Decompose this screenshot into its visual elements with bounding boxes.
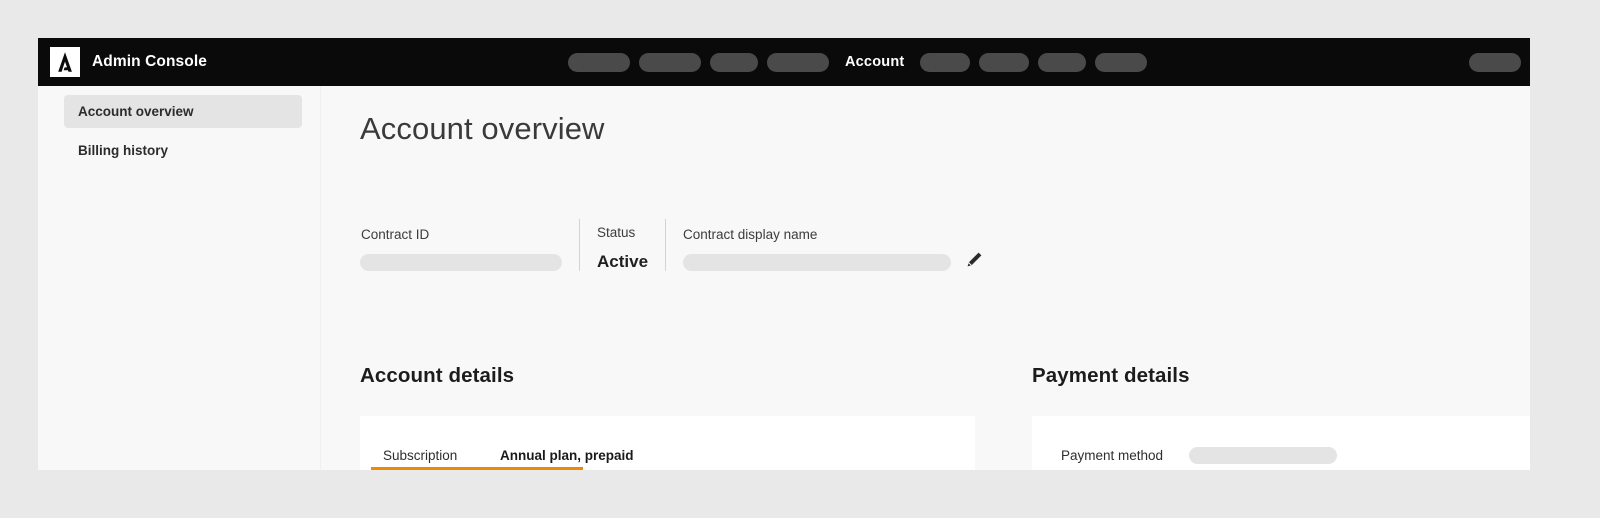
main-content: Account overview Contract ID Status Acti… (321, 86, 1530, 470)
nav-item-redacted-8[interactable] (1095, 52, 1148, 72)
page-title: Account overview (360, 111, 605, 146)
payment-details-column: Payment details Payment method Upcoming … (984, 364, 1530, 470)
contract-display-name-value-redacted (683, 254, 952, 271)
status-field: Status Active (597, 225, 648, 271)
payment-details-heading: Payment details (1032, 364, 1190, 387)
nav-item-redacted-3[interactable] (710, 52, 758, 72)
contract-display-name-field: Contract display name (683, 227, 953, 271)
contract-id-label: Contract ID (361, 227, 430, 242)
status-badge: Active (597, 252, 649, 271)
subscription-value: Annual plan, prepaid (500, 448, 634, 463)
account-details-heading: Account details (360, 364, 515, 387)
contract-summary-row: Contract ID Status Active Contract displ… (360, 209, 1530, 271)
top-nav-items: Account (568, 38, 1148, 86)
contract-id-field: Contract ID (360, 227, 562, 271)
table-row: Subscription Annual plan, prepaid (360, 440, 975, 470)
nav-item-redacted-4[interactable] (767, 52, 829, 72)
adobe-a-logo-icon (50, 47, 80, 77)
sidebar-item-billing-history[interactable]: Billing history (64, 134, 302, 167)
user-menu-redacted[interactable] (1469, 52, 1521, 72)
account-details-column: Account details Subscription Annual plan… (321, 364, 984, 470)
sidebar-item-account-overview[interactable]: Account overview (64, 95, 302, 128)
nav-item-redacted-6[interactable] (979, 52, 1030, 72)
nav-item-redacted-7[interactable] (1038, 52, 1087, 72)
brand-area: Admin Console (38, 47, 207, 77)
table-row: Payment method (1032, 440, 1530, 470)
nav-item-redacted-2[interactable] (639, 52, 701, 72)
top-bar-right-area (1469, 38, 1521, 86)
contract-id-value-redacted (360, 254, 562, 271)
subscription-label: Subscription (383, 448, 458, 463)
payment-method-value-redacted (1189, 447, 1337, 464)
sidebar: Account overview Billing history (38, 86, 321, 470)
nav-item-redacted-5[interactable] (920, 52, 971, 72)
edit-contract-display-name-pencil-icon[interactable] (963, 249, 985, 271)
account-details-card: Subscription Annual plan, prepaid Contra… (360, 416, 975, 470)
nav-item-account[interactable]: Account (845, 54, 904, 70)
top-navigation-bar: Admin Console Account (38, 38, 1530, 86)
details-panels: Account details Subscription Annual plan… (321, 364, 1530, 470)
contract-display-name-label: Contract display name (683, 227, 818, 242)
field-divider-1 (579, 219, 580, 271)
status-label: Status (597, 225, 636, 240)
nav-item-redacted-1[interactable] (568, 52, 630, 72)
app-title: Admin Console (92, 53, 207, 70)
payment-method-label: Payment method (1061, 448, 1164, 463)
app-body: Account overview Billing history Account… (38, 86, 1530, 470)
payment-details-card: Payment method Upcoming bill Available d… (1032, 416, 1530, 470)
field-divider-2 (665, 219, 667, 271)
admin-console-window: Admin Console Account Account overview B… (38, 38, 1530, 470)
